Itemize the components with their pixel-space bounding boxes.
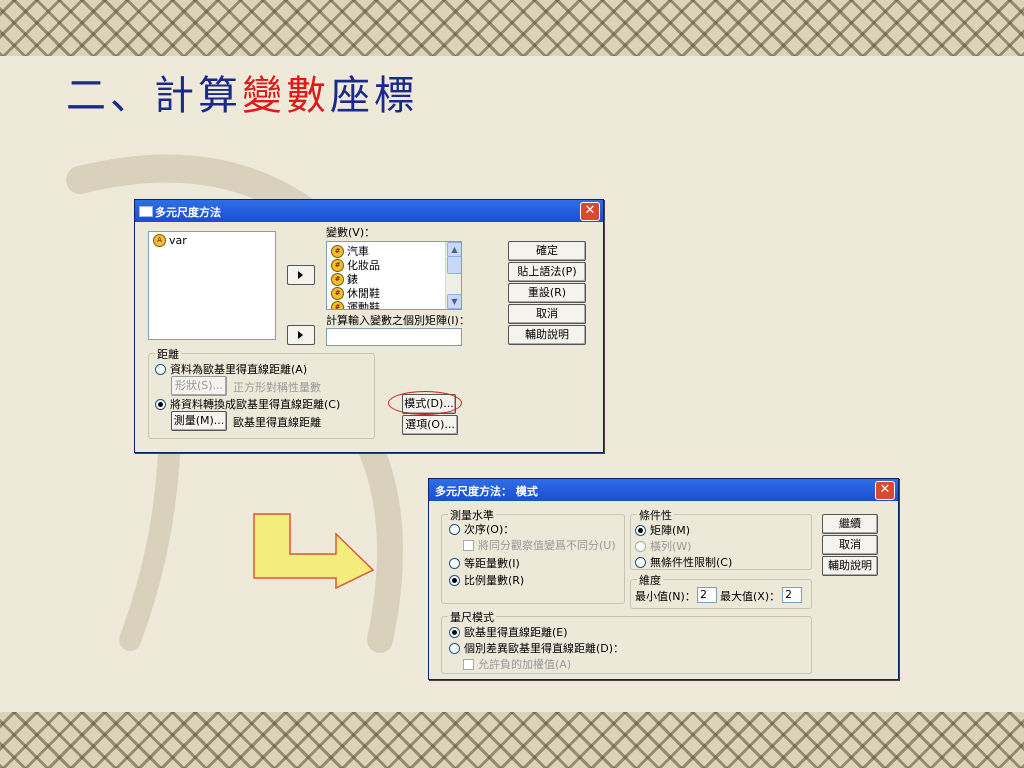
radio-data-is-distance[interactable]: 資料為歐基里得直線距離(A) bbox=[155, 361, 307, 377]
radio-interval[interactable]: 等距量數(I) bbox=[449, 555, 520, 571]
scroll-thumb[interactable] bbox=[447, 256, 461, 274]
max-dimension-input[interactable]: 2 bbox=[782, 587, 802, 603]
paste-syntax-button[interactable]: 貼上語法(P) bbox=[508, 262, 586, 282]
variables-scrollbar[interactable]: ▲ ▼ bbox=[445, 242, 461, 309]
mds-dialog-titlebar: 多元尺度方法 ✕ bbox=[135, 200, 603, 222]
list-item[interactable]: # 運動鞋 bbox=[331, 299, 380, 309]
scroll-down-icon[interactable]: ▼ bbox=[447, 294, 461, 309]
decorative-border-top bbox=[0, 0, 1024, 56]
radio-unconditional[interactable]: 無條件性限制(C) bbox=[635, 554, 732, 570]
mds-dialog-title: 多元尺度方法 bbox=[155, 206, 221, 219]
radio-matrix[interactable]: 矩陣(M) bbox=[635, 522, 690, 538]
variables-label: 變數(V)： bbox=[326, 226, 376, 239]
help-button[interactable]: 輔助說明 bbox=[508, 325, 586, 345]
scroll-up-icon[interactable]: ▲ bbox=[447, 242, 461, 257]
variable-icon: # bbox=[331, 272, 344, 286]
radio-indicator bbox=[449, 642, 460, 654]
cancel-button[interactable]: 取消 bbox=[822, 535, 878, 555]
variable-icon: # bbox=[331, 244, 344, 258]
radio-individual-differences[interactable]: 個別差異歐基里得直線距離(D)： bbox=[449, 640, 624, 656]
checkbox-indicator bbox=[463, 539, 474, 551]
conditionality-label: 條件性 bbox=[637, 507, 674, 523]
checkbox-indicator bbox=[463, 658, 474, 670]
check-untie-tied[interactable]: 將同分觀察值變爲不同分(U) bbox=[463, 537, 616, 553]
help-button[interactable]: 輔助說明 bbox=[822, 556, 878, 576]
reset-button[interactable]: 重設(R) bbox=[508, 283, 586, 303]
measure-value: 歐基里得直線距離 bbox=[233, 416, 321, 429]
source-variable-list[interactable]: A var bbox=[148, 231, 276, 340]
list-item[interactable]: A var bbox=[153, 234, 187, 247]
scaling-model-label: 量尺模式 bbox=[448, 609, 496, 625]
radio-indicator bbox=[449, 626, 460, 638]
measure-button[interactable]: 測量(M)... bbox=[171, 411, 227, 431]
variable-scale-icon: A bbox=[153, 234, 166, 247]
close-icon[interactable]: ✕ bbox=[580, 202, 600, 221]
radio-row[interactable]: 橫列(W) bbox=[635, 538, 691, 554]
window-icon bbox=[139, 206, 153, 217]
radio-euclidean[interactable]: 歐基里得直線距離(E) bbox=[449, 624, 568, 640]
distance-group-label: 距離 bbox=[155, 346, 181, 362]
flow-arrow bbox=[253, 513, 375, 590]
continue-button[interactable]: 繼續 bbox=[822, 514, 878, 534]
radio-ratio[interactable]: 比例量數(R) bbox=[449, 572, 524, 588]
matrix-label: 計算輸入變數之個別矩陣(I)： bbox=[326, 314, 470, 327]
matrix-input[interactable] bbox=[326, 328, 462, 346]
shape-value: 正方形對稱性量數 bbox=[233, 381, 321, 394]
mds-model-dialog: 多元尺度方法： 模式 ✕ 測量水準 次序(O)： 將同分觀察值變爲不同分(U) … bbox=[428, 478, 899, 680]
options-button[interactable]: 選項(O)... bbox=[402, 415, 458, 435]
variable-icon: # bbox=[331, 300, 344, 309]
max-dimension-label: 最大值(X)： bbox=[720, 590, 781, 603]
radio-indicator bbox=[449, 557, 460, 569]
move-to-variables-button[interactable] bbox=[287, 265, 315, 285]
check-negative-weights[interactable]: 允許負的加權值(A) bbox=[463, 656, 571, 672]
slide-title: 二、計算變數座標 bbox=[66, 73, 418, 119]
radio-indicator bbox=[635, 524, 646, 536]
radio-indicator bbox=[635, 556, 646, 568]
variables-list[interactable]: # 汽車 # 化妝品 # 錶 # 休閒鞋 # 運動鞋 ▲ ▼ bbox=[326, 241, 462, 310]
radio-indicator bbox=[449, 574, 460, 586]
variable-icon: # bbox=[331, 286, 344, 300]
min-dimension-input[interactable]: 2 bbox=[697, 587, 717, 603]
cancel-button[interactable]: 取消 bbox=[508, 304, 586, 324]
radio-indicator bbox=[155, 398, 166, 410]
dimensions-label: 維度 bbox=[637, 572, 663, 588]
radio-indicator bbox=[449, 523, 460, 535]
radio-indicator bbox=[155, 363, 166, 375]
mds-dialog: 多元尺度方法 ✕ A var 變數(V)： # 汽車 # 化妝品 # 錶 # 休閒鞋 #… bbox=[134, 199, 604, 453]
mds-model-dialog-title: 多元尺度方法： 模式 bbox=[435, 485, 538, 498]
variable-icon: # bbox=[331, 258, 344, 272]
radio-create-distance[interactable]: 將資料轉換成歐基里得直線距離(C) bbox=[155, 396, 340, 412]
decorative-border-bottom bbox=[0, 712, 1024, 768]
mds-model-dialog-titlebar: 多元尺度方法： 模式 ✕ bbox=[429, 479, 898, 501]
radio-indicator bbox=[635, 540, 646, 552]
shape-button[interactable]: 形狀(S)... bbox=[171, 376, 227, 396]
ok-button[interactable]: 確定 bbox=[508, 241, 586, 261]
min-dimension-label: 最小值(N)： bbox=[635, 590, 696, 603]
highlight-ring bbox=[388, 391, 462, 415]
close-icon[interactable]: ✕ bbox=[875, 481, 895, 500]
radio-ordinal[interactable]: 次序(O)： bbox=[449, 521, 514, 537]
move-to-matrix-button[interactable] bbox=[287, 325, 315, 345]
